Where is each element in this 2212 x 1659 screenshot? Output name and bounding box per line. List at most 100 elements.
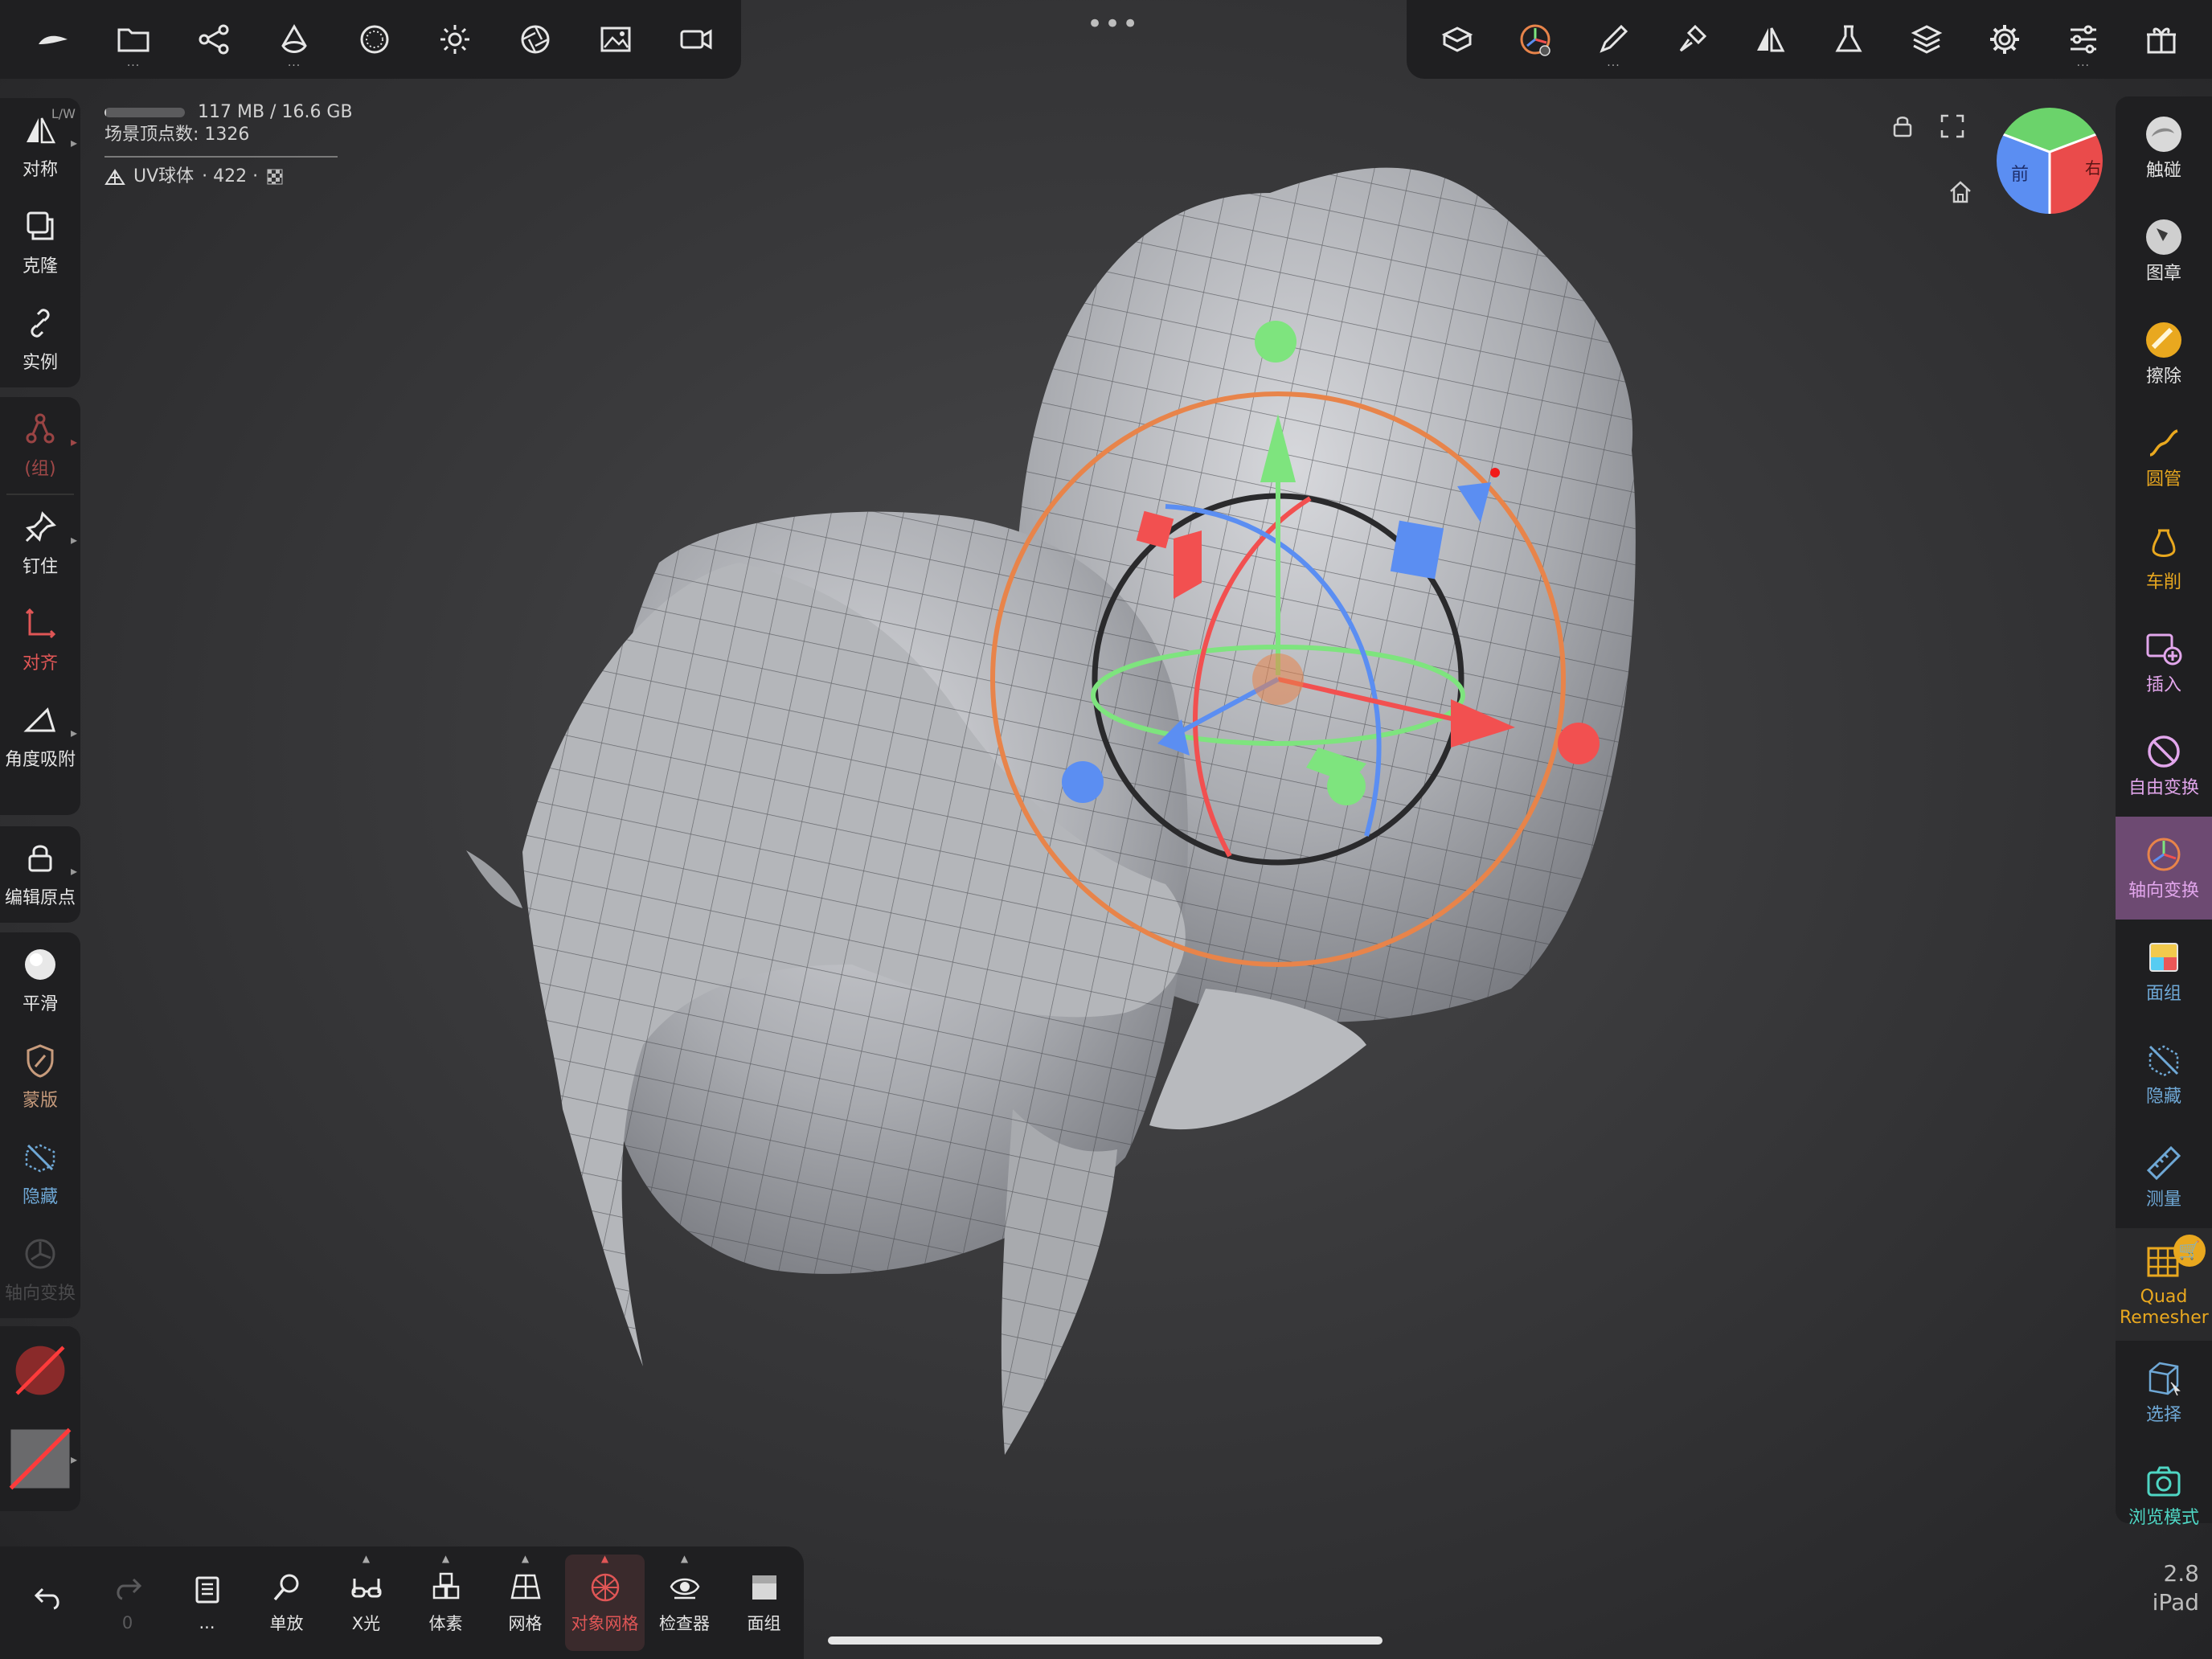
color-swatch-icon: [9, 1428, 72, 1490]
history-book-button[interactable]: ...: [167, 1555, 247, 1651]
memory-row: 117 MB / 16.6 GB: [104, 101, 353, 124]
home-view-icon[interactable]: [1947, 178, 1974, 209]
home-indicator[interactable]: [828, 1636, 1382, 1645]
mesh-triangle-icon: [104, 169, 125, 185]
memory-bar: [104, 108, 185, 117]
submenu-arrow: ▸: [70, 434, 77, 449]
select-cursor-icon: [2149, 1362, 2181, 1396]
color-swatch-button[interactable]: ▸: [0, 1415, 80, 1503]
solo-button[interactable]: 单放: [247, 1555, 326, 1651]
cart-icon: 🛒: [2173, 1235, 2206, 1267]
object-mesh-button[interactable]: ▲ 对象网格: [565, 1553, 645, 1651]
vertex-count: 场景顶点数: 1326: [104, 125, 250, 145]
measure-label: 测量: [2145, 1190, 2181, 1210]
browse-mode-tool[interactable]: 浏览模式: [2116, 1444, 2212, 1546]
xray-button[interactable]: ▲ X光: [326, 1553, 406, 1651]
folder-icon[interactable]: ...: [95, 0, 172, 79]
pin-button[interactable]: ▸ 钉住: [0, 495, 80, 592]
navcube-right-label: 右: [2085, 158, 2101, 178]
erase-tool[interactable]: 擦除: [2116, 302, 2212, 405]
contact-label: 触碰: [2145, 161, 2181, 181]
material-sphere-icon[interactable]: ...: [256, 0, 333, 79]
axial-transform-tool[interactable]: 轴向变换: [2116, 817, 2212, 920]
object-name: UV球体: [133, 166, 195, 186]
share-nodes-icon[interactable]: [175, 0, 252, 79]
edit-origin-button[interactable]: ▸ 编辑原点: [0, 826, 80, 923]
object-info[interactable]: UV球体 · 422 ·: [104, 166, 353, 188]
undo-button[interactable]: [8, 1555, 88, 1651]
navigation-cube[interactable]: 前 右: [1997, 108, 2103, 214]
submenu-arrow: ▸: [70, 1451, 77, 1467]
axial-gizmo-icon: [25, 1239, 55, 1269]
lathe-tool[interactable]: 车削: [2116, 508, 2212, 611]
group-button[interactable]: ▸ (组): [0, 397, 80, 494]
erase-sphere-icon: [2146, 322, 2181, 358]
smooth-sphere-icon: [25, 949, 55, 980]
group-label: (组): [24, 459, 56, 479]
stats-divider: [104, 156, 338, 158]
clone-button[interactable]: 克隆: [0, 195, 80, 291]
lock-icon[interactable]: [1889, 113, 1916, 140]
layers-icon[interactable]: [1888, 0, 1965, 79]
sun-icon[interactable]: [416, 0, 494, 79]
voxel-button[interactable]: ▲ 体素: [406, 1553, 485, 1651]
navcube-front-label: 前: [2011, 165, 2029, 185]
gizmo-settings-icon[interactable]: [1497, 0, 1574, 79]
material-swatch-button[interactable]: [0, 1326, 80, 1415]
angle-icon: [23, 707, 56, 732]
redo-button[interactable]: 0: [88, 1555, 167, 1651]
more-options-icon[interactable]: •••: [1087, 8, 1140, 40]
contact-tool[interactable]: 触碰: [2116, 96, 2212, 199]
stamp-tool[interactable]: 图章: [2116, 199, 2212, 302]
angle-snap-button[interactable]: ▸ 角度吸附: [0, 688, 80, 784]
logo-icon[interactable]: [14, 0, 92, 79]
viewport-controls: [1889, 113, 1966, 140]
symmetry-icon[interactable]: [1731, 0, 1809, 79]
axial-transform-label: 轴向变换: [4, 1284, 76, 1304]
face-group-tool[interactable]: 面组: [2116, 920, 2212, 1022]
hide-button[interactable]: 隐藏: [0, 1125, 80, 1222]
aperture-icon[interactable]: [497, 0, 574, 79]
mesh-button[interactable]: ▲ 网格: [485, 1553, 565, 1651]
quad-remesher-tool[interactable]: 🛒 Quad Remesher: [2116, 1228, 2212, 1341]
glasses-icon: [351, 1579, 381, 1598]
select-tool[interactable]: 选择: [2116, 1341, 2212, 1444]
inspector-button[interactable]: ▲ 检查器: [645, 1553, 724, 1651]
brush-icon[interactable]: ...: [1575, 0, 1652, 79]
submenu-arrow: ▸: [70, 863, 77, 879]
caret-icon: ▲: [600, 1553, 609, 1564]
paint-brush-icon[interactable]: [1653, 0, 1731, 79]
mask-button[interactable]: 蒙版: [0, 1029, 80, 1125]
instance-button[interactable]: 实例: [0, 291, 80, 387]
hide-tool[interactable]: 隐藏: [2116, 1022, 2212, 1125]
mask-label: 蒙版: [22, 1091, 58, 1111]
face-group-label: 面组: [2145, 984, 2181, 1004]
fullscreen-icon[interactable]: [1939, 113, 1966, 140]
measure-tool[interactable]: 测量: [2116, 1125, 2212, 1228]
pin-label: 钉住: [22, 557, 58, 577]
flask-icon[interactable]: [1810, 0, 1887, 79]
tube-tool[interactable]: 圆管: [2116, 405, 2212, 508]
matcap-icon[interactable]: [336, 0, 413, 79]
device-label: 2.8 iPad: [2138, 1559, 2199, 1617]
image-icon[interactable]: [577, 0, 654, 79]
scene-cube-icon[interactable]: [1419, 0, 1496, 79]
book-dots: ...: [199, 1613, 215, 1632]
instance-label: 实例: [22, 353, 58, 373]
insert-tool[interactable]: 插入: [2116, 611, 2212, 714]
face-group-view-button[interactable]: 面组: [724, 1555, 804, 1651]
memory-usage: 117 MB / 16.6 GB: [198, 102, 353, 122]
free-transform-tool[interactable]: 自由变换: [2116, 714, 2212, 817]
align-button[interactable]: 对齐: [0, 592, 80, 688]
gear-icon[interactable]: [1966, 0, 2043, 79]
sliders-icon[interactable]: ...: [2045, 0, 2122, 79]
pin-icon: [25, 511, 56, 543]
viewport-canvas[interactable]: [0, 0, 2212, 1659]
xray-label: X光: [351, 1614, 381, 1633]
gift-icon[interactable]: [2123, 0, 2200, 79]
video-camera-icon[interactable]: [657, 0, 735, 79]
mesh-label: 网格: [508, 1614, 543, 1633]
smooth-button[interactable]: 平滑: [0, 932, 80, 1029]
symmetry-button[interactable]: L/W ▸ 对称: [0, 98, 80, 195]
caret-icon: ▲: [680, 1553, 689, 1564]
